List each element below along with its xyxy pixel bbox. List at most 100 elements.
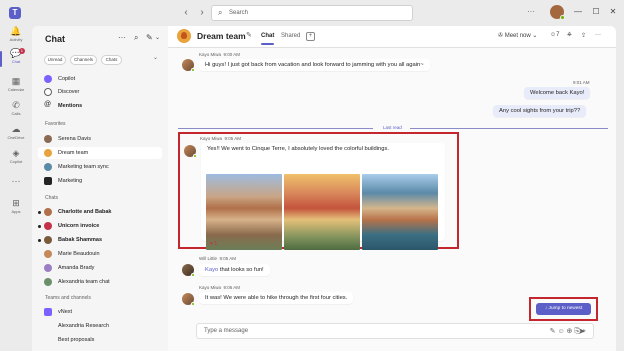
calendar-icon: ▦ — [11, 76, 21, 86]
meet-now-button[interactable]: ✇ Meet now ⌄ — [498, 32, 537, 39]
message-bubble[interactable]: Kayo that looks so fun! — [199, 264, 270, 276]
chat-icon: 💬 — [10, 48, 22, 58]
message-bubble[interactable]: Yes!! We went to Cinque Terre, I absolut… — [201, 143, 445, 250]
search-icon[interactable]: ⌕ — [134, 33, 138, 43]
filter-channels[interactable]: Channels — [70, 55, 97, 65]
list-item-label: Alexandria team chat — [58, 279, 110, 285]
minimize-icon[interactable]: — — [572, 6, 584, 18]
profile-avatar[interactable] — [550, 5, 565, 20]
add-tab-icon[interactable]: + — [306, 32, 315, 41]
list-item-label: Serena Davis — [58, 136, 92, 142]
list-item-marie[interactable]: Marie Beaudouin — [38, 248, 162, 260]
message-time: 9:05 AM — [219, 256, 237, 261]
mention[interactable]: Kayo — [205, 267, 218, 273]
photo-attachment[interactable] — [206, 174, 282, 250]
chevron-down-icon[interactable]: ⌄ — [153, 54, 158, 61]
rail-copilot[interactable]: ◈ Copilot — [2, 148, 30, 170]
forward-arrow-icon[interactable]: › — [196, 6, 208, 20]
rail-more[interactable]: ··· — [2, 176, 30, 198]
back-arrow-icon[interactable]: ‹ — [180, 6, 192, 20]
more-options-icon[interactable]: ··· — [118, 33, 126, 42]
list-item-marketing-sync[interactable]: Marketing team sync — [38, 161, 162, 173]
avatar[interactable] — [182, 59, 195, 72]
list-item-alexandria-chat[interactable]: Alexandria team chat — [38, 276, 162, 288]
list-item-alexandria-research[interactable]: Alexandria Research — [38, 320, 162, 332]
avatar[interactable] — [182, 264, 195, 277]
list-item-amanda[interactable]: Amanda Brady — [38, 262, 162, 274]
send-icon[interactable]: ➤ — [578, 326, 586, 337]
message-bubble-mine[interactable]: Welcome back Kayo! — [524, 87, 591, 99]
avatar — [44, 163, 52, 171]
presence-dot — [560, 15, 565, 20]
list-item-dream-team[interactable]: Dream team — [38, 147, 162, 159]
list-item-label: Discover — [58, 89, 80, 95]
apps-icon: ⊞ — [12, 198, 20, 208]
list-item-mentions[interactable]: @ Mentions — [38, 100, 162, 112]
chat-list-panel: Chat ··· ⌕ ✎ ⌄ Unread Channels Chats ⌄ C… — [32, 26, 168, 351]
close-icon[interactable]: ✕ — [607, 6, 619, 18]
message-bubble-mine[interactable]: Any cool sights from your trip?? — [493, 105, 587, 117]
at-icon: @ — [44, 101, 52, 108]
search-input[interactable]: ⌕ Search — [211, 5, 413, 21]
rail-calls[interactable]: ✆ Calls — [2, 100, 30, 122]
list-item-copilot[interactable]: Copilot — [38, 73, 162, 85]
list-item-label: Amanda Brady — [58, 265, 95, 271]
filter-chats[interactable]: Chats — [101, 55, 122, 65]
jump-to-newest-button[interactable]: ↓ Jump to newest — [536, 303, 591, 315]
popout-icon[interactable]: ⇪ — [581, 32, 586, 39]
message-text: Yes!! We went to Cinque Terre, I absolut… — [207, 146, 389, 152]
filter-unread[interactable]: Unread — [44, 55, 66, 65]
rail-activity[interactable]: 🔔 Activity — [2, 26, 30, 48]
video-icon: ✇ — [498, 33, 505, 39]
sender-name: Kayo Miwa — [199, 285, 222, 290]
rail-apps[interactable]: ⊞ Apps — [2, 198, 30, 220]
rail-calendar[interactable]: ▦ Calendar — [2, 76, 30, 98]
list-item-label: Best proposals — [58, 337, 95, 343]
photo-attachment[interactable] — [284, 174, 360, 250]
list-item-best-proposals[interactable]: Best proposals — [38, 334, 162, 346]
more-options-icon[interactable]: ··· — [527, 7, 535, 16]
presence-dot — [193, 154, 197, 158]
edit-icon[interactable]: ✎ — [246, 31, 252, 39]
list-item-babak[interactable]: Babak Shammas — [38, 234, 162, 246]
rail-chat[interactable]: 💬 Chat 1 — [0, 48, 30, 70]
group-avatar — [177, 29, 191, 43]
avatar — [44, 149, 52, 157]
list-item-unicorn[interactable]: Unicorn invoice — [38, 220, 162, 232]
copilot-icon: ◈ — [12, 148, 20, 158]
list-item-label: vNext — [58, 309, 73, 315]
rail-onedrive[interactable]: ☁ OneDrive — [2, 124, 30, 146]
avatar — [44, 264, 52, 272]
more-options-icon[interactable]: ··· — [595, 32, 601, 38]
list-item-label: Marie Beaudouin — [58, 251, 100, 257]
avatar[interactable] — [182, 293, 195, 306]
list-item-serena[interactable]: Serena Davis — [38, 133, 162, 145]
list-item-discover[interactable]: Discover — [38, 86, 162, 98]
team-icon — [44, 308, 52, 316]
avatar[interactable] — [184, 145, 197, 158]
tab-chat[interactable]: Chat — [261, 33, 275, 45]
photo-attachment[interactable] — [362, 174, 438, 250]
message-meta: Kayo Miwa 9:06 AM — [199, 285, 240, 290]
participants-button[interactable]: ☺7 — [550, 32, 559, 38]
avatar — [44, 222, 52, 230]
list-item-marketing[interactable]: Marketing — [38, 175, 162, 187]
chevron-down-icon[interactable]: ⌄ — [155, 34, 160, 41]
message-bubble[interactable]: Hi guys! I just got back from vacation a… — [199, 59, 430, 71]
tab-shared[interactable]: Shared — [281, 33, 300, 39]
unread-dot — [38, 239, 41, 242]
pin-icon[interactable]: ⎈ — [567, 32, 572, 39]
list-item-charlotte-babak[interactable]: Charlotte and Babak — [38, 206, 162, 218]
copilot-icon — [44, 75, 52, 83]
compose-icon[interactable]: ✎ — [146, 33, 153, 42]
maximize-icon[interactable]: ☐ — [590, 6, 602, 18]
message-meta: Kayo Miwa 9:00 AM — [199, 52, 240, 57]
message-bubble[interactable]: It was! We were able to hike through the… — [199, 292, 354, 304]
message-time: 9:05 AM — [224, 136, 242, 141]
compose-box[interactable]: Type a message ✎ ☺ ⊕ ⎘ + — [196, 323, 594, 339]
heart-reaction-icon[interactable]: ♥ 1 — [210, 241, 217, 247]
phone-icon: ✆ — [12, 100, 20, 110]
section-chats: Chats — [45, 195, 59, 201]
chevron-down-icon: ⌄ — [532, 33, 538, 39]
list-item-vnext[interactable]: vNext — [38, 306, 162, 318]
